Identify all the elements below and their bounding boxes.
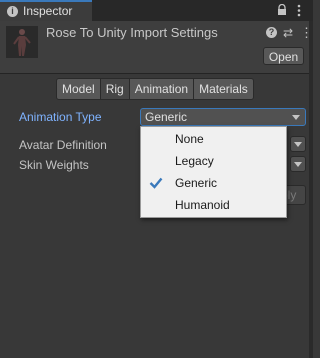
window-edge	[309, 21, 313, 358]
option-generic[interactable]: Generic	[141, 172, 286, 194]
skin-weights-dropdown[interactable]	[290, 156, 306, 172]
option-legacy[interactable]: Legacy	[141, 150, 286, 172]
option-label: Legacy	[175, 154, 214, 168]
option-none[interactable]: None	[141, 128, 286, 150]
option-label: Humanoid	[175, 198, 230, 212]
tab-rig[interactable]: Rig	[99, 78, 130, 100]
option-label: None	[175, 132, 204, 146]
help-icon[interactable]: ?	[266, 27, 277, 38]
tab-animation[interactable]: Animation	[128, 78, 195, 100]
tab-materials[interactable]: Materials	[193, 78, 254, 100]
avatar-definition-label: Avatar Definition	[19, 138, 107, 152]
animation-type-value: Generic	[145, 110, 188, 124]
menu-icon[interactable]	[296, 4, 302, 17]
option-label: Generic	[175, 176, 218, 190]
option-humanoid[interactable]: Humanoid	[141, 194, 286, 216]
import-tabs: Model Rig Animation Materials	[56, 78, 254, 100]
asset-thumbnail	[6, 26, 38, 58]
tab-title: Inspector	[23, 4, 73, 18]
check-icon	[149, 177, 163, 189]
chevron-down-icon	[294, 162, 302, 167]
info-icon: i	[7, 6, 18, 17]
lock-icon[interactable]	[276, 4, 288, 16]
animation-type-popup: None Legacy Generic Humanoid	[140, 126, 287, 218]
avatar-definition-dropdown[interactable]	[290, 136, 306, 152]
chevron-down-icon	[294, 142, 302, 147]
tab-inspector[interactable]: i Inspector	[0, 0, 92, 21]
chevron-down-icon	[292, 115, 300, 120]
header-divider	[0, 73, 313, 74]
animation-type-dropdown[interactable]: Generic	[140, 108, 306, 126]
settings-icon[interactable]: ⇄	[283, 26, 293, 40]
open-button[interactable]: Open	[263, 47, 304, 65]
skin-weights-label: Skin Weights	[19, 158, 89, 172]
animation-type-label: Animation Type	[19, 110, 102, 124]
header-title: Rose To Unity Import Settings	[46, 25, 218, 40]
character-icon	[13, 29, 31, 56]
tab-model[interactable]: Model	[56, 78, 101, 100]
